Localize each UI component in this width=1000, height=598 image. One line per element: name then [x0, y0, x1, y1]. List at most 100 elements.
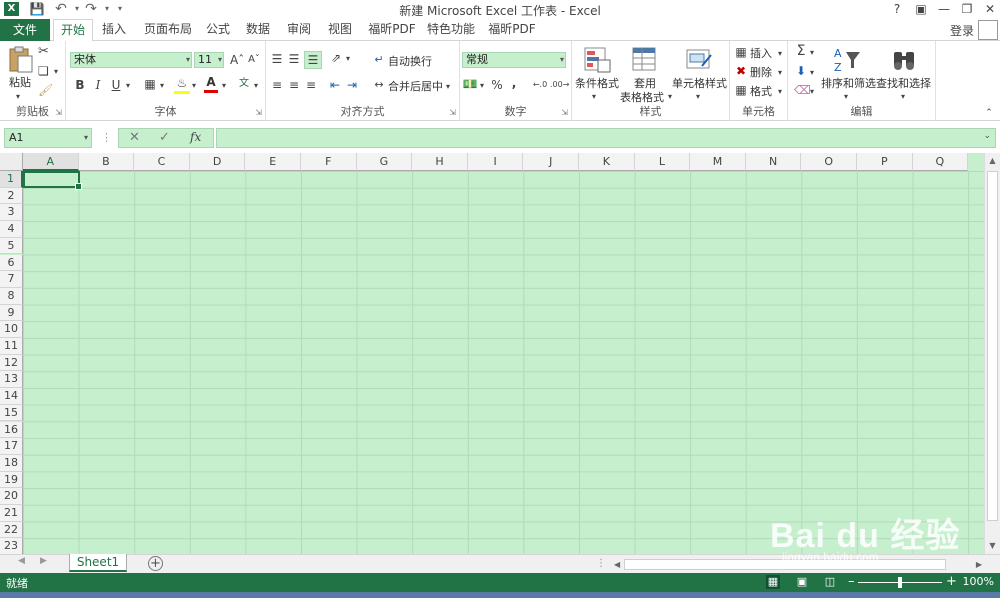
page-layout-view-icon[interactable]: ▣ [795, 575, 809, 589]
format-painter-icon[interactable]: 🖌 [38, 82, 53, 98]
row-header-7[interactable]: 7 [0, 271, 23, 288]
customize-qat-icon[interactable]: ▾ [111, 1, 129, 18]
copy-icon[interactable]: ❏ [38, 63, 49, 79]
merge-center-button[interactable]: 合并后居中 [388, 78, 443, 94]
page-break-view-icon[interactable]: ◫ [823, 575, 837, 589]
align-right-icon[interactable]: ≡ [304, 77, 318, 93]
align-middle-icon[interactable]: ☰ [287, 51, 301, 67]
font-launcher-icon[interactable]: ⇲ [255, 108, 262, 117]
horizontal-scroll-thumb[interactable] [624, 559, 946, 570]
row-header-9[interactable]: 9 [0, 304, 23, 322]
tab-foxit-pdf[interactable]: 福昕PDF [366, 19, 418, 41]
tab-data[interactable]: 数据 [241, 19, 275, 41]
row-header-20[interactable]: 20 [0, 488, 23, 505]
bold-button[interactable]: B [74, 77, 86, 93]
column-header-j[interactable]: J [523, 153, 579, 171]
column-header-c[interactable]: C [134, 153, 190, 171]
column-header-p[interactable]: P [857, 153, 913, 171]
row-header-5[interactable]: 5 [0, 237, 23, 255]
close-button[interactable]: ✕ [978, 0, 1000, 19]
font-color-dropdown-icon[interactable]: ▾ [220, 78, 228, 94]
align-left-icon[interactable]: ≡ [270, 77, 284, 93]
avatar[interactable] [978, 20, 998, 40]
help-button[interactable]: ? [885, 0, 909, 19]
wrap-text-icon[interactable]: ↵ [372, 52, 386, 68]
phonetic-guide-icon[interactable]: 文 [236, 76, 252, 92]
column-header-h[interactable]: H [412, 153, 468, 171]
column-header-f[interactable]: F [301, 153, 357, 171]
decrease-font-icon[interactable]: Aˇ [247, 52, 261, 68]
decrease-indent-icon[interactable]: ⇤ [328, 77, 342, 93]
clipboard-launcher-icon[interactable]: ⇲ [55, 108, 62, 117]
column-header-l[interactable]: L [634, 153, 691, 171]
column-header-m[interactable]: M [690, 153, 746, 171]
tab-page-layout[interactable]: 页面布局 [137, 19, 199, 41]
column-header-e[interactable]: E [245, 153, 301, 171]
row-header-18[interactable]: 18 [0, 454, 23, 472]
row-header-1[interactable]: 1 [0, 171, 23, 188]
row-header-8[interactable]: 8 [0, 287, 23, 305]
login-link[interactable]: 登录 [950, 22, 974, 39]
row-header-6[interactable]: 6 [0, 254, 23, 272]
horizontal-scrollbar[interactable]: ◀ ▶ [612, 557, 984, 572]
tab-home[interactable]: 开始 [53, 19, 93, 42]
currency-icon[interactable]: 💵 [462, 76, 478, 92]
increase-font-icon[interactable]: Aˆ [230, 52, 244, 68]
font-name-dropdown-icon[interactable]: ▾ [186, 53, 190, 67]
increase-indent-icon[interactable]: ⇥ [345, 77, 359, 93]
tab-foxit-pdf-2[interactable]: 福昕PDF [486, 19, 538, 41]
sort-filter-button[interactable]: 排序和筛选 [821, 75, 876, 91]
sort-filter-icon[interactable]: A Z [832, 46, 862, 74]
conditional-formatting-icon[interactable] [582, 46, 612, 74]
fill-color-icon[interactable]: ♨ [174, 75, 190, 94]
column-header-o[interactable]: O [801, 153, 857, 171]
restore-button[interactable]: ❐ [955, 0, 979, 19]
borders-icon[interactable]: ▦ [142, 76, 158, 92]
row-header-12[interactable]: 12 [0, 354, 23, 372]
ribbon-display-options-icon[interactable]: ▣ [909, 0, 933, 19]
column-header-g[interactable]: G [356, 153, 413, 171]
zoom-in-icon[interactable]: + [946, 574, 957, 589]
cut-icon[interactable]: ✂ [38, 44, 49, 60]
increase-decimal-icon[interactable]: ←.0 [532, 77, 548, 93]
column-header-b[interactable]: B [78, 153, 135, 171]
decrease-decimal-icon[interactable]: .00→ [550, 77, 569, 93]
zoom-level[interactable]: 100% [963, 575, 994, 588]
scroll-up-icon[interactable]: ▲ [985, 153, 1000, 169]
active-cell-a1[interactable] [23, 171, 82, 190]
row-header-21[interactable]: 21 [0, 505, 23, 522]
currency-dropdown-icon[interactable]: ▾ [478, 78, 486, 94]
tab-file[interactable]: 文件 [0, 19, 50, 41]
column-header-k[interactable]: K [579, 153, 635, 171]
cell-area[interactable] [23, 171, 984, 554]
align-bottom-icon[interactable]: ☰ [304, 51, 322, 69]
format-dropdown-icon[interactable]: ▾ [776, 84, 784, 100]
orientation-dropdown-icon[interactable]: ▾ [344, 51, 352, 67]
tab-formulas[interactable]: 公式 [202, 19, 234, 41]
insert-cells-button[interactable]: 插入 [750, 45, 772, 61]
column-header-a[interactable]: A [23, 153, 79, 171]
phonetic-dropdown-icon[interactable]: ▾ [252, 78, 260, 94]
underline-button[interactable]: U [110, 77, 122, 93]
name-box-dropdown-icon[interactable]: ▾ [84, 129, 88, 147]
tab-view[interactable]: 视图 [322, 19, 358, 41]
conditional-formatting-button[interactable]: 条件格式 [575, 75, 619, 91]
comma-button[interactable]: , [508, 75, 520, 91]
borders-dropdown-icon[interactable]: ▾ [158, 78, 166, 94]
font-color-icon[interactable]: A [204, 74, 218, 93]
new-sheet-icon[interactable]: + [148, 556, 163, 571]
zoom-slider-knob[interactable] [898, 577, 902, 588]
autosum-icon[interactable]: Σ [794, 43, 808, 59]
column-header-i[interactable]: I [467, 153, 524, 171]
font-size-dropdown-icon[interactable]: ▾ [218, 53, 222, 67]
collapse-ribbon-icon[interactable]: ⌃ [982, 105, 996, 121]
row-header-14[interactable]: 14 [0, 388, 23, 405]
zoom-out-icon[interactable]: – [848, 574, 855, 589]
tab-splitter-icon[interactable]: ⋮ [596, 558, 606, 569]
row-header-3[interactable]: 3 [0, 204, 23, 222]
row-header-10[interactable]: 10 [0, 321, 23, 338]
scroll-right-icon[interactable]: ▶ [976, 557, 982, 572]
font-name-combo[interactable]: 宋体 ▾ [70, 52, 192, 68]
row-header-15[interactable]: 15 [0, 404, 23, 422]
orientation-icon[interactable]: ⇗ [328, 50, 344, 66]
